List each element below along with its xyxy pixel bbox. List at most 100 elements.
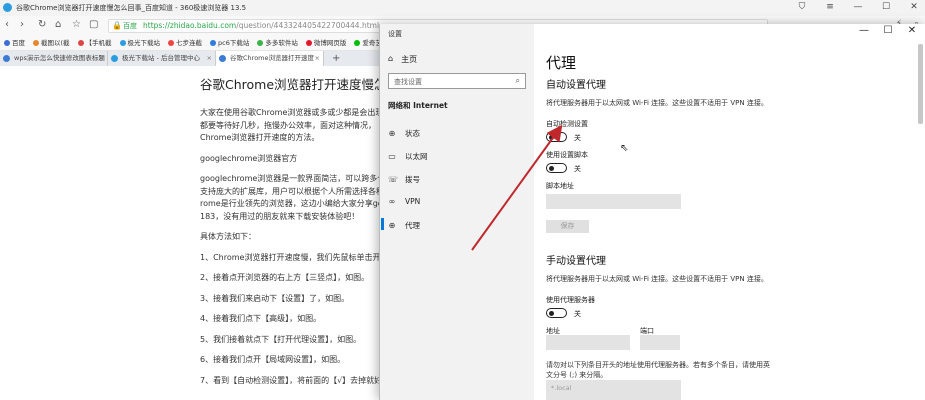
auto-detect-state: 关 [574, 134, 581, 142]
bookmark-item[interactable]: 微博网页版 [305, 36, 346, 50]
url-text: https://zhidao.baidu.com/question/443324… [143, 21, 379, 30]
bookmark-item[interactable]: 七步连截 [168, 36, 202, 50]
article-title: 谷歌Chrome浏览器打开速度慢怎么 [200, 77, 400, 92]
close-icon[interactable]: ✕ [907, 25, 917, 36]
exclude-input[interactable]: *.local [546, 380, 681, 400]
sidebar-item-status[interactable]: ⊕ 状态 [388, 128, 420, 139]
bookmark-item[interactable]: 百度 [4, 36, 25, 50]
reload-icon[interactable]: ↻ [38, 19, 46, 30]
section-label: 网络和 Internet [388, 101, 448, 110]
new-tab-button[interactable]: + [324, 51, 340, 66]
auto-proxy-heading: 自动设置代理 [546, 80, 606, 91]
settings-scrollbar[interactable] [918, 44, 923, 124]
window-title: 谷歌Chrome浏览器打开速度慢怎么回事_百度知道 - 360极速浏览器 13.… [16, 4, 247, 12]
article-line: googlechrome浏览器是一款界面简洁，可以跨多个 [200, 174, 386, 183]
article-paragraph: 1、Chrome浏览器打开速度慢，我们先鼠标单击开浏 [200, 252, 389, 262]
bookmark-star-icon[interactable]: ☆ [72, 19, 81, 30]
tab-close-icon[interactable]: × [207, 51, 212, 66]
article-paragraph: googlechrome浏览器官方 [200, 153, 298, 163]
article-paragraph: 具体方法如下： [200, 232, 256, 241]
tab-favicon-icon [111, 55, 118, 62]
tab-zhidao[interactable]: 谷歌Chrome浏览器打开速度 × [216, 51, 324, 66]
bookmark-label: 七步连截 [176, 38, 203, 47]
bookmark-label: pc6下载站 [218, 38, 250, 47]
article-line: 都要等待好几秒，拖慢办公效率，面对这种情况， [200, 120, 376, 130]
bookmark-item[interactable]: 【手机截 [77, 36, 112, 50]
bookmark-label: 极光下载站 [127, 38, 161, 47]
home-icon[interactable]: ⌂ [55, 19, 61, 30]
settings-search-input[interactable]: 查找设置 ⌕ [388, 73, 526, 89]
article-paragraph: 4、接着我们点下【高级】，如图。 [200, 314, 322, 323]
auto-detect-label: 自动检测设置 [546, 120, 588, 128]
toggle-knob [549, 165, 554, 171]
mouse-cursor-icon: ⇖ [620, 143, 629, 154]
setup-script-toggle[interactable] [546, 163, 567, 173]
close-icon[interactable]: ✕ [907, 2, 921, 12]
sidebar-item-vpn[interactable]: ∞ VPN [388, 197, 421, 206]
bookmark-item[interactable]: 极光下载站 [119, 36, 161, 50]
home-icon: ⌂ [388, 54, 394, 63]
page-icon[interactable]: ▢ [89, 19, 98, 30]
proxy-port-input[interactable] [640, 335, 680, 350]
sidebar-item-label: 状态 [405, 129, 420, 138]
article-paragraph: 5、我们接着就点下【打开代理设置】，如图。 [200, 334, 362, 344]
save-button[interactable]: 保存 [546, 220, 589, 233]
article-line: 支持庞大的扩展库，用户可以根据个人所需选择各种 [200, 186, 384, 196]
exclude-value: *.local [551, 384, 572, 392]
skin-icon[interactable]: ⛉ [795, 2, 809, 12]
browser-titlebar: 谷歌Chrome浏览器打开速度慢怎么回事_百度知道 - 360极速浏览器 13.… [0, 0, 925, 16]
sidebar-item-home[interactable]: ⌂ 主页 [388, 54, 417, 65]
site-badge: 百度 [123, 22, 137, 30]
exclude-desc: 请勿对以下列条目开头的地址使用代理服务器。若有多个条目，请使用英文分号 (;) … [546, 361, 770, 379]
bookmark-label: 多多软件站 [265, 38, 298, 47]
bookmark-item[interactable]: 爱奇艺 [354, 36, 382, 50]
menu-icon[interactable]: ≡ [823, 2, 837, 12]
search-icon[interactable]: ⌕ [516, 76, 520, 86]
maximize-icon[interactable]: ☐ [879, 2, 893, 12]
use-proxy-toggle[interactable] [546, 308, 567, 318]
bookmark-item[interactable]: pc6下载站 [210, 36, 249, 50]
article-paragraph: 3、接着我们来启动下【设置】了，如图。 [200, 293, 350, 303]
back-icon[interactable]: ‹ [5, 19, 9, 30]
tab-admin[interactable]: 极光下载站 - 后台管理中心 × [108, 51, 216, 66]
forward-icon[interactable]: › [20, 19, 24, 30]
phone-icon: ☏ [388, 175, 399, 184]
article-line: 大家在使用谷歌Chrome浏览器或多或少都是会出现 [200, 108, 384, 117]
minimize-icon[interactable]: — [851, 2, 865, 12]
url-main: https://zhidao.baidu.com [143, 21, 237, 30]
sidebar-item-proxy[interactable]: ⊕ 代理 [381, 218, 420, 231]
article-paragraph: 2、接着点开浏览器的右上方【三竖点】，如图。 [200, 273, 370, 282]
tab-wps[interactable]: wps演示怎么快速修改图表标题 × [0, 51, 108, 66]
manual-proxy-heading: 手动设置代理 [546, 256, 606, 267]
script-address-input[interactable] [546, 194, 681, 209]
bookmark-item[interactable]: 多多软件站 [257, 36, 298, 50]
article: 谷歌Chrome浏览器打开速度慢怎么 大家在使用谷歌Chrome浏览器或多或少都… [200, 74, 400, 395]
use-proxy-label: 使用代理服务器 [546, 296, 595, 304]
sidebar-item-label: 以太网 [405, 152, 428, 161]
article-paragraph: 7、看到【自动检测设置】，将前面的【√】去掉就好 [200, 375, 383, 385]
minimize-icon[interactable]: — [859, 25, 869, 36]
toggle-knob [549, 134, 554, 140]
proxy-address-input[interactable] [546, 335, 630, 350]
settings-sidebar: 设置 ⌂ 主页 查找设置 ⌕ 网络和 Internet ⊕ 状态 ▭ 以太网 ☏ 拨号… [380, 24, 534, 400]
settings-window: 设置 ⌂ 主页 查找设置 ⌕ 网络和 Internet ⊕ 状态 ▭ 以太网 ☏ 拨号… [379, 24, 925, 400]
auto-proxy-desc: 将代理服务器用于以太网或 Wi-Fi 连接。这些设置不适用于 VPN 连接。 [546, 99, 768, 107]
bookmark-icon [305, 40, 312, 46]
script-address-label: 脚本地址 [546, 182, 574, 190]
sidebar-item-dialup[interactable]: ☏ 拨号 [388, 174, 420, 185]
sidebar-item-ethernet[interactable]: ▭ 以太网 [388, 151, 428, 162]
globe-icon: ⊕ [388, 129, 396, 138]
settings-title: 设置 [388, 30, 402, 38]
auto-detect-toggle[interactable] [546, 132, 567, 142]
tab-close-icon[interactable]: × [315, 51, 320, 66]
article-paragraph: 6、接着我们点开【局域网设置】，如图。 [200, 355, 346, 364]
use-proxy-state: 关 [574, 310, 581, 318]
bookmark-item[interactable]: 截图以(截 [33, 36, 70, 50]
manual-proxy-desc: 将代理服务器用于以太网或 Wi-Fi 连接。这些设置不适用于 VPN 连接。 [546, 275, 768, 283]
sidebar-item-label: 拨号 [405, 175, 420, 184]
tab-close-icon[interactable]: × [99, 51, 104, 66]
article-line: Chrome浏览器打开速度的方法。 [200, 133, 320, 142]
setup-script-label: 使用设置脚本 [546, 151, 588, 159]
maximize-icon[interactable]: ☐ [883, 25, 893, 36]
bookmark-icon [210, 40, 217, 46]
